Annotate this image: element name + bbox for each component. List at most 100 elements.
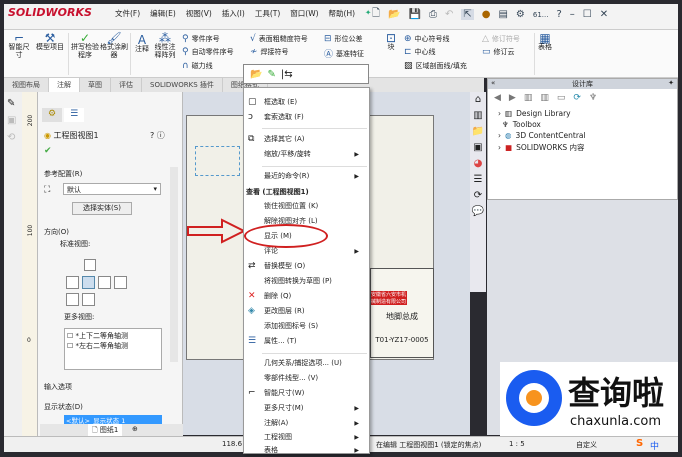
home-icon[interactable]: ⌂ (470, 92, 486, 108)
view-right-button[interactable] (98, 276, 111, 289)
new-icon[interactable]: 🗋 (372, 6, 380, 23)
view-front-button[interactable] (82, 276, 95, 289)
unit-system[interactable]: 自定义 (576, 440, 597, 450)
model-items-button[interactable]: ⚒ 模型项目 (36, 32, 64, 51)
menu-item-lasso-select[interactable]: ↄ 套索选取 (F) (244, 111, 369, 124)
design-library-icon[interactable]: ▥ (470, 108, 486, 124)
collapse-icon[interactable]: « (491, 79, 495, 87)
tab-evaluate[interactable]: 评估 (111, 78, 142, 92)
print-icon[interactable]: ⎙ (429, 9, 437, 20)
pm-scrollbar[interactable] (170, 167, 178, 362)
menu-item-relations-snaps[interactable]: 几何关系/捕捉选项... (U) (244, 357, 369, 370)
help-icon[interactable]: ? ⓘ (150, 130, 165, 141)
sheet-scale[interactable]: 1 : 5 (509, 440, 525, 448)
magnetic-line-button[interactable]: ∩ 磁力线 (182, 61, 213, 71)
refresh-icon[interactable]: ⟳ (573, 93, 581, 103)
library-item-toolbox[interactable]: ♆ Toolbox (498, 120, 677, 129)
ime-language[interactable]: 中 (650, 439, 659, 452)
view-boundary[interactable] (195, 146, 240, 176)
auto-balloon-button[interactable]: ⚲ 自动零件序号 (182, 47, 234, 57)
options-gear-icon[interactable]: ⚙ (516, 9, 525, 20)
config-tab-icon[interactable]: ☰ (64, 108, 85, 122)
area-hatch-button[interactable]: ▨ 区域剖面线/填充 (404, 61, 467, 71)
menu-item-properties[interactable]: ☰ 属性... (T) (244, 335, 369, 348)
menu-item-change-layer[interactable]: ◈ 更改图层 (R) (244, 305, 369, 318)
centerline-button[interactable]: ⊏ 中心线 (404, 47, 436, 57)
menu-item-comments[interactable]: 评论 ▶ (244, 245, 369, 258)
save-icon[interactable]: 💾 (409, 9, 421, 20)
ok-check-icon[interactable]: ✔ (44, 146, 52, 156)
menu-item-zoom-pan-rotate[interactable]: 缩放/平移/旋转 ▶ (244, 148, 369, 161)
pin-icon[interactable]: ✦ (668, 79, 674, 87)
lock-view-icon[interactable]: |⇆ (281, 69, 293, 80)
smart-dimension-button[interactable]: ⌐ 智能尺寸 (6, 32, 32, 59)
select-icon[interactable]: ⇱ (461, 9, 474, 20)
view-iso-button[interactable] (66, 293, 79, 306)
open-icon[interactable]: 📂 (388, 9, 400, 20)
library-item-3d-content-central[interactable]: › ◍ 3D ContentCentral (498, 131, 677, 140)
edit-view-icon[interactable]: ✎ (267, 69, 275, 80)
note-button[interactable]: A 注释 (132, 34, 152, 53)
menu-tools[interactable]: 工具(T) (255, 8, 280, 19)
block-button[interactable]: ⊡ 块 (384, 32, 398, 51)
more-views-list[interactable]: ☐ *上下二等角轴测 ☐ *左右二等角轴测 (64, 328, 162, 370)
tab-view-layout[interactable]: 视图布局 (4, 78, 49, 92)
spell-checker-button[interactable]: ✓ 拼写检验程序 (70, 32, 100, 59)
select-bodies-button[interactable]: 选择实体(S) (72, 202, 132, 215)
detail-icon[interactable]: ⟲ (7, 132, 19, 143)
tables-button[interactable]: ▦ 表格 (536, 32, 554, 51)
menu-file[interactable]: 文件(F) (115, 8, 140, 19)
balloon-button[interactable]: ⚲ 零件序号 (182, 34, 220, 44)
library-item-solidworks-content[interactable]: › ■ SOLIDWORKS 内容 (498, 142, 677, 153)
format-painter-button[interactable]: 🖌 格式涂刷器 (100, 32, 128, 59)
revision-cloud-button[interactable]: ▭ 修订云 (482, 47, 515, 57)
menu-item-component-linefont[interactable]: 零部件线型... (V) (244, 372, 369, 385)
property-tab-icon[interactable]: ⚙ (42, 108, 63, 122)
menu-item-more-dimensions[interactable]: 更多尺寸(M) ▶ (244, 402, 369, 415)
tab-addins[interactable]: SOLIDWORKS 插件 (142, 78, 223, 92)
menu-item-annotations[interactable]: 注解(A) ▶ (244, 417, 369, 430)
tab-annotation[interactable]: 注解 (49, 78, 80, 92)
surface-finish-button[interactable]: √ 表面粗糙度符号 (250, 34, 308, 44)
add-file-icon[interactable]: ▥ (540, 93, 549, 103)
toolbox-icon[interactable]: ♆ (589, 93, 597, 103)
menu-item-smart-dimension[interactable]: ⌐ 智能尺寸(W) (244, 387, 369, 400)
weld-symbol-button[interactable]: ≁ 焊接符号 (250, 47, 289, 57)
ime-icon[interactable]: S (636, 438, 643, 449)
menu-window[interactable]: 窗口(W) (290, 8, 318, 19)
pin-icon[interactable]: ✦ (365, 8, 371, 19)
config-select[interactable]: 默认 ▾ (63, 183, 161, 195)
forward-icon[interactable]: ▶ (509, 93, 516, 103)
menu-item-delete[interactable]: ✕ 删除 (Q) (244, 290, 369, 303)
maximize-button[interactable]: ☐ (583, 9, 592, 20)
menu-item-convert-to-sketch[interactable]: 将视图转换为草图 (P) (244, 275, 369, 288)
view-back-button[interactable] (114, 276, 127, 289)
undo-icon[interactable]: ↶ (445, 9, 453, 20)
back-icon[interactable]: ◀ (494, 93, 501, 103)
menu-insert[interactable]: 插入(I) (222, 8, 245, 19)
help-icon[interactable]: ? (556, 9, 561, 20)
sketch-icon[interactable]: ✎ (7, 98, 19, 109)
new-folder-icon[interactable]: ▭ (557, 93, 566, 103)
view-top-button[interactable] (84, 259, 96, 271)
menu-item-tables[interactable]: 表格 ▶ (244, 444, 369, 457)
library-item-design-library[interactable]: › ▥ Design Library (498, 109, 677, 118)
search-hint[interactable]: 61... (533, 11, 549, 19)
menu-help[interactable]: 帮助(H) (329, 8, 356, 19)
file-explorer-icon[interactable]: 📁 (470, 124, 486, 140)
view-icon[interactable]: ▣ (7, 115, 19, 126)
minimize-button[interactable]: – (570, 9, 575, 20)
menu-item-replace-model[interactable]: ⇄ 替换模型 (O) (244, 260, 369, 273)
menu-item-box-select[interactable]: ▢ 框选取 (E) (244, 96, 369, 109)
open-drawing-icon[interactable]: 📂 (250, 69, 262, 80)
traffic-light-icon[interactable]: ● (482, 9, 491, 20)
file-properties-icon[interactable]: ▤ (498, 9, 507, 20)
close-button[interactable]: ✕ (600, 9, 608, 20)
custom-properties-icon[interactable]: ☰ (470, 172, 486, 188)
datum-feature-button[interactable]: Ⓐ 基准特征 (324, 47, 364, 61)
menu-view[interactable]: 视图(V) (186, 8, 212, 19)
center-mark-button[interactable]: ⊕ 中心符号线 (404, 34, 450, 44)
view-palette-icon[interactable]: ▣ (470, 140, 486, 156)
view-left-button[interactable] (66, 276, 79, 289)
forum-icon[interactable]: 💬 (470, 204, 486, 220)
